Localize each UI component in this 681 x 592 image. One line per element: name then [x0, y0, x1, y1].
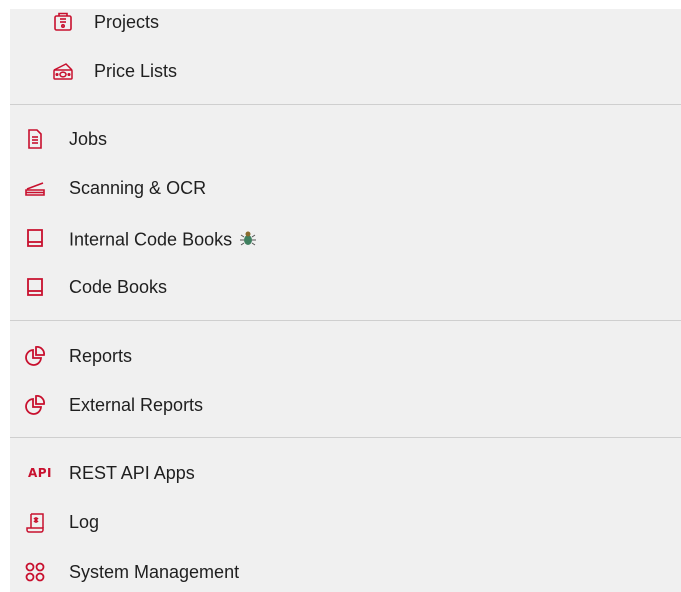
pie-chart-icon	[24, 394, 46, 416]
projects-icon	[52, 11, 74, 33]
menu-item-label: Log	[69, 512, 100, 532]
menu-item-internal-code-books[interactable]: Internal Code Books	[10, 218, 681, 258]
grid-icon	[24, 561, 46, 583]
menu-item-label: Scanning & OCR	[69, 178, 207, 198]
scroll-icon	[24, 511, 46, 533]
menu-item-label: Code Books	[69, 277, 168, 297]
menu-item-label: REST API Apps	[69, 463, 195, 483]
divider	[10, 320, 681, 321]
menu-item-reports[interactable]: Reports	[10, 336, 681, 376]
menu-item-label: Projects	[94, 12, 160, 32]
menu-item-projects[interactable]: Projects	[10, 2, 681, 42]
api-icon: API	[27, 466, 53, 480]
menu-item-label: Jobs	[69, 129, 108, 149]
menu-item-system-management[interactable]: System Management	[10, 552, 681, 592]
divider	[10, 437, 681, 438]
navigation-menu: Projects Price Lists Jobs Scanning & OCR…	[10, 9, 681, 592]
menu-item-log[interactable]: Log	[10, 502, 681, 542]
price-lists-icon	[52, 60, 74, 82]
document-icon	[24, 128, 46, 150]
book-icon	[24, 276, 46, 298]
menu-item-rest-api-apps[interactable]: API REST API Apps	[10, 453, 681, 493]
menu-item-scanning-ocr[interactable]: Scanning & OCR	[10, 168, 681, 208]
menu-item-label: Internal Code Books	[69, 228, 258, 253]
book-icon	[24, 227, 46, 249]
menu-item-label: System Management	[69, 562, 240, 582]
menu-item-label: Reports	[69, 346, 133, 366]
menu-item-external-reports[interactable]: External Reports	[10, 385, 681, 425]
menu-item-label: Price Lists	[94, 61, 178, 81]
bug-icon	[238, 228, 258, 253]
menu-item-price-lists[interactable]: Price Lists	[10, 51, 681, 91]
pie-chart-icon	[24, 345, 46, 367]
menu-item-jobs[interactable]: Jobs	[10, 119, 681, 159]
divider	[10, 104, 681, 105]
scanner-icon	[24, 177, 46, 199]
menu-item-label: External Reports	[69, 395, 204, 415]
menu-item-code-books[interactable]: Code Books	[10, 267, 681, 307]
